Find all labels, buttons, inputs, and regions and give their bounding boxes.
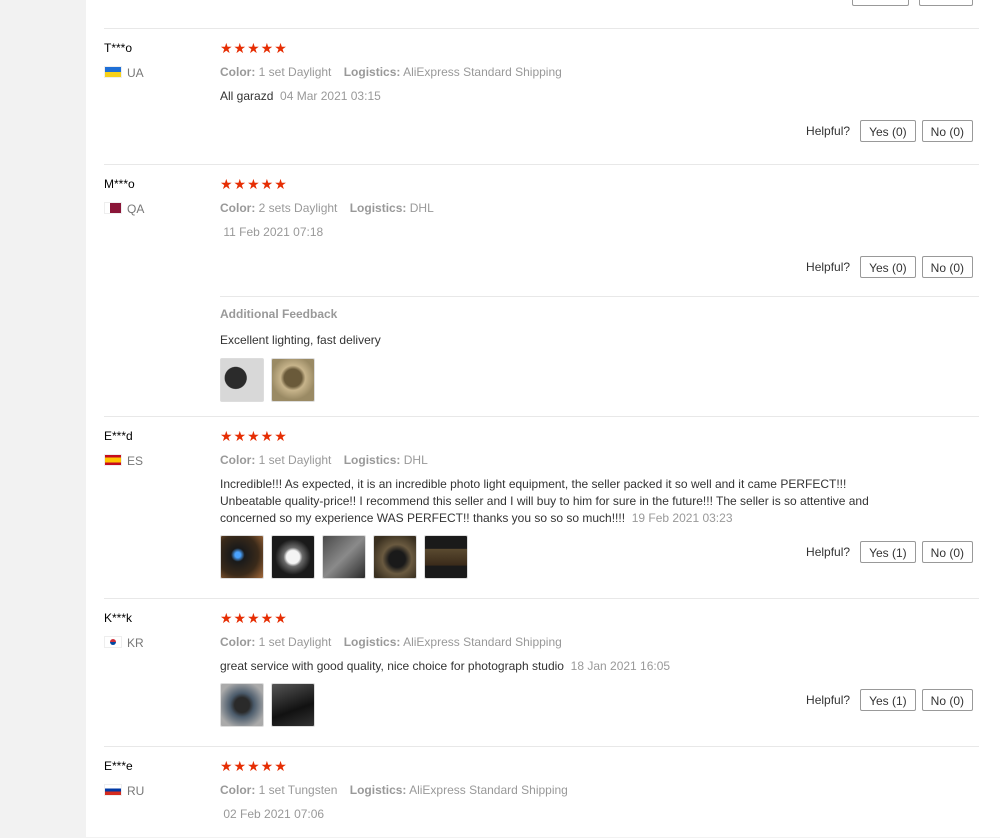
yes-button[interactable]: Yes (1) [860,689,916,711]
review-meta: Color: 2 sets Daylight Logistics: DHL [220,201,434,215]
additional-feedback-text: Excellent lighting, fast delivery [220,333,381,347]
review-item: T***o UA ★★★★★ Color: 1 set Daylight Log… [104,28,979,164]
review-date: 18 Jan 2021 16:05 [570,659,671,673]
review-text: 02 Feb 2021 07:06 [220,806,900,823]
yes-button[interactable]: Yes (0) [860,256,916,278]
review-date: 19 Feb 2021 03:23 [631,511,733,525]
review-date: 04 Mar 2021 03:15 [280,89,381,103]
review-text: great service with good quality, nice ch… [220,659,671,673]
reviewer-country: ES [104,454,143,468]
review-date: 11 Feb 2021 07:18 [223,225,324,239]
review-item: E***e RU ★★★★★ Color: 1 set Tungsten Log… [104,746,979,838]
qatar-flag-icon [104,202,122,214]
yes-button[interactable]: Yes (1) [860,541,916,563]
reviewer-name: K***k [104,611,133,625]
additional-feedback-title: Additional Feedback [220,307,338,321]
reviewer-name: T***o [104,41,133,55]
rating-stars: ★★★★★ [220,428,288,444]
review-photos [220,683,322,727]
reviewer-country: QA [104,202,144,216]
helpful-votes: Helpful? Yes (1) No (0) [806,541,973,563]
yes-button[interactable] [851,0,909,6]
no-button[interactable]: No (0) [921,256,973,278]
yes-button[interactable]: Yes (0) [860,120,916,142]
russia-flag-icon [104,784,122,796]
korea-flag-icon [104,636,122,648]
review-photo-thumbnail[interactable] [220,535,264,579]
review-item: K***k KR ★★★★★ Color: 1 set Daylight Log… [104,598,979,746]
no-button[interactable] [919,0,973,6]
reviews-panel: T***o UA ★★★★★ Color: 1 set Daylight Log… [86,0,1000,837]
review-photo-thumbnail[interactable] [373,535,417,579]
divider [220,296,979,297]
reviewer-country: RU [104,784,144,798]
reviewer-name: M***o [104,177,135,191]
review-item: E***d ES ★★★★★ Color: 1 set Daylight Log… [104,416,979,598]
spain-flag-icon [104,454,122,466]
reviewer-country: KR [104,636,144,650]
review-photo-thumbnail[interactable] [271,358,315,402]
review-photo-thumbnail[interactable] [322,535,366,579]
reviewer-name: E***d [104,429,133,443]
review-text: All garazd 04 Mar 2021 03:15 [220,89,381,103]
review-text: Incredible!!! As expected, it is an incr… [220,477,869,525]
ukraine-flag-icon [104,66,122,78]
review-item: M***o QA ★★★★★ Color: 2 sets Daylight Lo… [104,164,979,416]
helpful-votes: Helpful? Yes (1) No (0) [806,689,973,711]
rating-stars: ★★★★★ [220,176,288,192]
rating-stars: ★★★★★ [220,40,288,56]
helpful-votes: Helpful? Yes (0) No (0) [806,256,973,278]
review-photos [220,535,475,579]
reviewer-name: E***e [104,759,133,773]
review-date: 02 Feb 2021 07:06 [223,807,325,821]
rating-stars: ★★★★★ [220,610,288,626]
no-button[interactable]: No (0) [921,120,973,142]
rating-stars: ★★★★★ [220,758,288,774]
review-meta: Color: 1 set Daylight Logistics: AliExpr… [220,65,562,79]
reviewer-country: UA [104,66,144,80]
no-button[interactable]: No (0) [921,541,973,563]
review-photo-thumbnail[interactable] [271,683,315,727]
review-meta: Color: 1 set Daylight Logistics: AliExpr… [220,635,562,649]
review-photo-thumbnail[interactable] [271,535,315,579]
helpful-votes: Helpful? Yes (0) No (0) [806,120,973,142]
review-text: 11 Feb 2021 07:18 [220,224,900,241]
review-photos [220,358,322,402]
review-photo-thumbnail[interactable] [220,683,264,727]
previous-review-helpful [848,0,973,6]
review-photo-thumbnail[interactable] [424,535,468,579]
review-photo-thumbnail[interactable] [220,358,264,402]
review-meta: Color: 1 set Tungsten Logistics: AliExpr… [220,783,568,797]
no-button[interactable]: No (0) [921,689,973,711]
review-meta: Color: 1 set Daylight Logistics: DHL [220,453,428,467]
